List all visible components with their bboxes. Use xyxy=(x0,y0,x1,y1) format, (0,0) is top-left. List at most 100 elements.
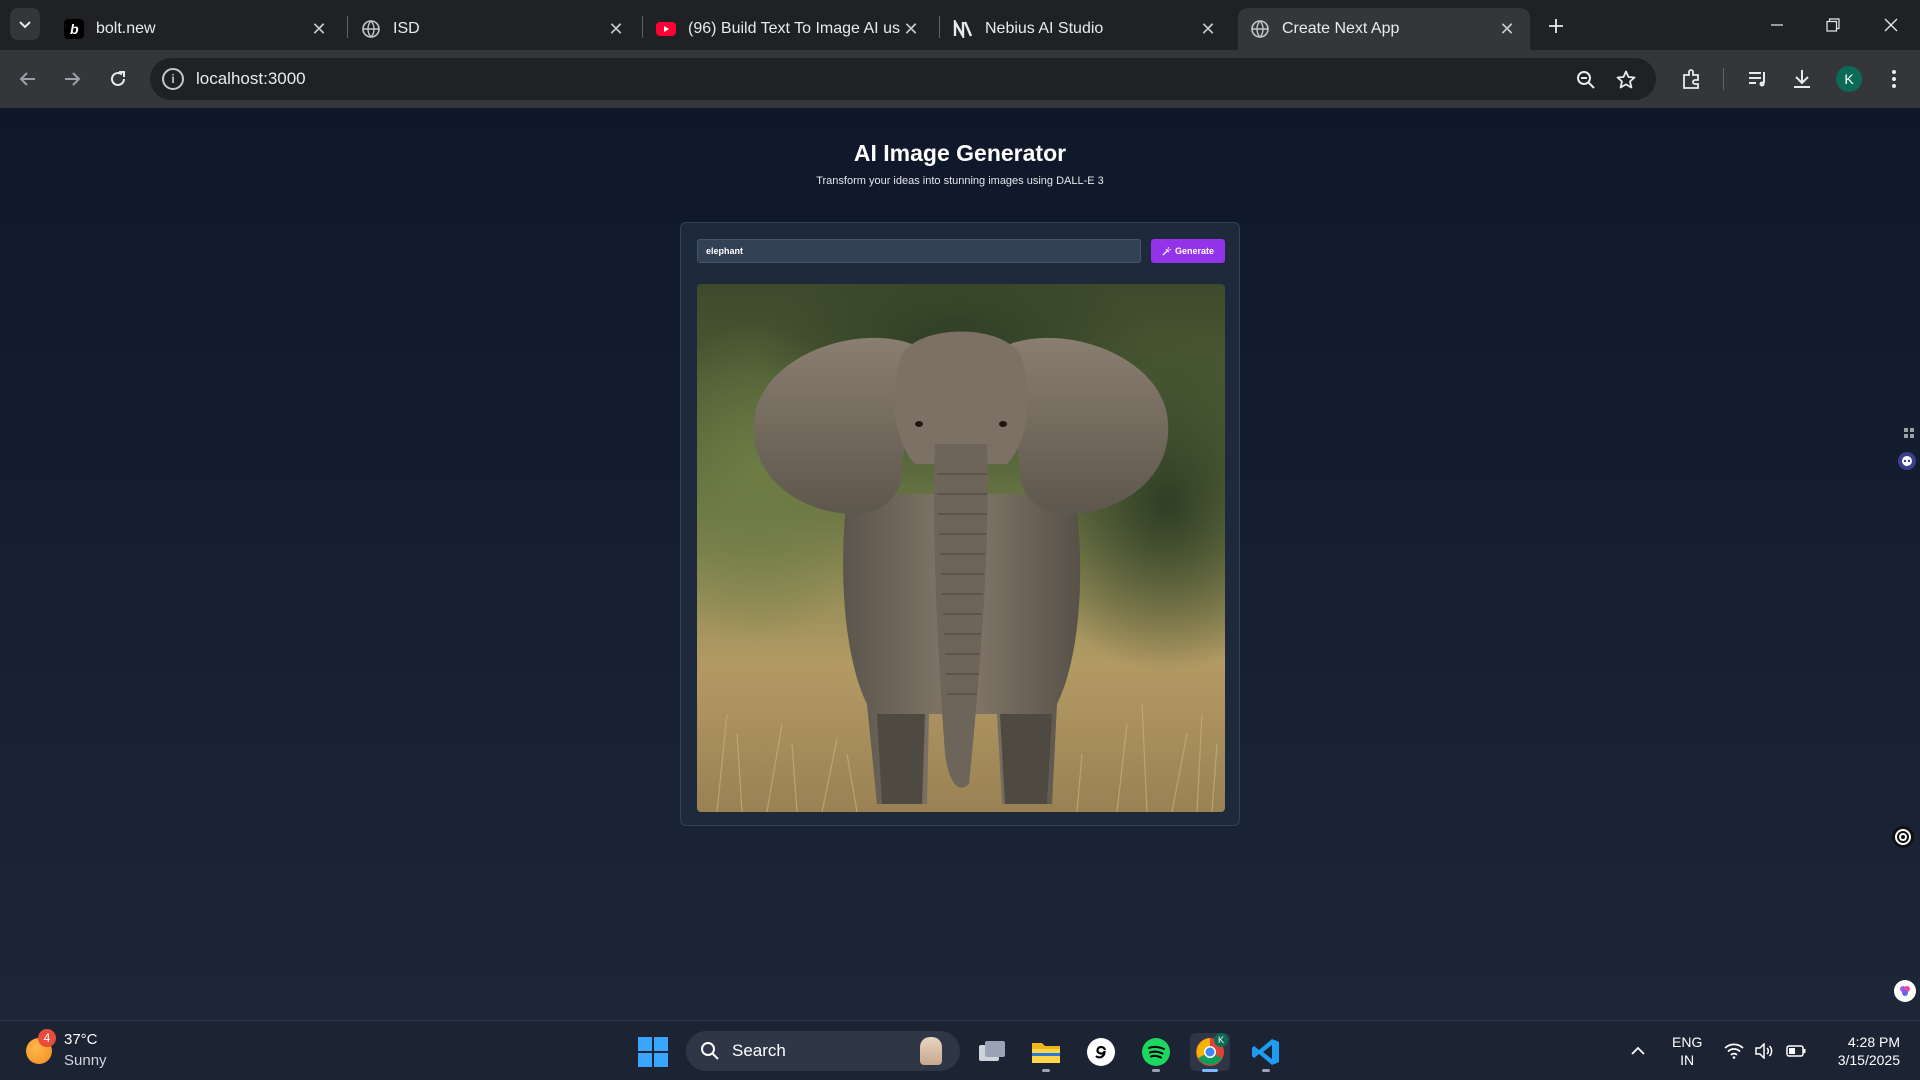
back-button[interactable] xyxy=(10,61,46,97)
start-tile xyxy=(638,1053,652,1067)
region-code: IN xyxy=(1680,1052,1695,1068)
search-icon xyxy=(701,1042,719,1060)
running-indicator xyxy=(1262,1069,1270,1072)
tab-isd[interactable]: ISD ✕ xyxy=(349,8,639,50)
close-window-button[interactable] xyxy=(1864,8,1918,42)
close-icon[interactable]: ✕ xyxy=(1496,18,1518,40)
reload-icon xyxy=(111,71,125,86)
extension-grid-icon[interactable] xyxy=(1902,426,1916,440)
profile-avatar[interactable]: K xyxy=(1836,66,1862,92)
generated-image xyxy=(697,284,1225,812)
tab-title: Nebius AI Studio xyxy=(985,20,1104,37)
plus-icon xyxy=(1549,19,1563,33)
close-icon[interactable]: ✕ xyxy=(605,18,627,40)
close-icon[interactable]: ✕ xyxy=(308,18,330,40)
globe-icon xyxy=(361,19,381,39)
prompt-input[interactable]: elephant xyxy=(697,239,1141,263)
running-indicator xyxy=(1042,1069,1050,1072)
start-tile xyxy=(638,1037,652,1051)
tab-nebius[interactable]: Nebius AI Studio ✕ xyxy=(941,8,1231,50)
tab-divider xyxy=(642,16,643,38)
close-icon xyxy=(1884,18,1898,32)
weather-notification-badge: 4 xyxy=(38,1029,56,1047)
chrome-button[interactable]: K xyxy=(1190,1033,1230,1072)
running-indicator xyxy=(1152,1069,1160,1072)
generator-card: elephant Generate xyxy=(680,222,1240,826)
language-code: ENG xyxy=(1672,1034,1703,1050)
show-hidden-icons-button[interactable] xyxy=(1628,1041,1648,1061)
task-view-button[interactable] xyxy=(972,1033,1012,1071)
floating-widget-icon[interactable] xyxy=(1894,980,1916,1002)
tab-divider xyxy=(347,16,348,38)
page-subtitle: Transform your ideas into stunning image… xyxy=(816,175,1104,187)
downloads-icon[interactable] xyxy=(1788,65,1816,93)
battery-icon[interactable] xyxy=(1784,1041,1808,1061)
openai-extension-icon[interactable] xyxy=(1890,824,1916,850)
clock-date: 3/15/2025 xyxy=(1837,1052,1900,1068)
chevron-down-icon xyxy=(19,21,31,29)
tab-bolt[interactable]: b bolt.new ✕ xyxy=(52,8,342,50)
site-info-icon[interactable]: i xyxy=(162,68,184,90)
url-text[interactable]: localhost:3000 xyxy=(196,69,306,89)
running-indicator xyxy=(1202,1069,1218,1072)
windows-taskbar: 4 37°C Sunny Search K ENG IN 4:28 PM 3/1… xyxy=(0,1020,1920,1080)
tab-title: bolt.new xyxy=(96,20,156,37)
page-title: AI Image Generator xyxy=(853,140,1067,166)
chrome-profile-badge: K xyxy=(1214,1033,1228,1047)
taskbar-search[interactable]: Search xyxy=(686,1031,960,1071)
start-tile xyxy=(654,1053,668,1067)
task-view-icon xyxy=(979,1041,1005,1061)
tab-divider xyxy=(939,16,940,38)
address-bar[interactable]: i localhost:3000 xyxy=(150,58,1656,100)
vscode-button[interactable] xyxy=(1246,1033,1286,1072)
assistant-bot-icon[interactable] xyxy=(1898,452,1916,470)
browser-toolbar: i localhost:3000 xyxy=(0,50,1920,108)
reload-button[interactable] xyxy=(100,61,136,97)
zoom-out-icon[interactable] xyxy=(1574,68,1598,92)
folder-icon xyxy=(1032,1043,1060,1063)
chevron-up-icon xyxy=(1631,1046,1645,1055)
search-label: Search xyxy=(732,1041,786,1060)
threads-app-button[interactable] xyxy=(1081,1033,1121,1071)
youtube-icon xyxy=(656,19,676,39)
bolt-icon: b xyxy=(64,19,84,39)
tab-title: ISD xyxy=(393,20,420,37)
tab-create-next-app[interactable]: Create Next App ✕ xyxy=(1238,8,1530,50)
menu-kebab-icon[interactable] xyxy=(1880,65,1908,93)
bookmark-star-icon[interactable] xyxy=(1614,68,1638,92)
extensions-icon[interactable] xyxy=(1678,65,1706,93)
spotify-button[interactable] xyxy=(1136,1033,1176,1072)
tab-youtube[interactable]: (96) Build Text To Image AI using ✕ xyxy=(644,8,934,50)
close-icon[interactable]: ✕ xyxy=(1197,18,1219,40)
restore-button[interactable] xyxy=(1806,8,1860,42)
windows-start-button[interactable] xyxy=(638,1037,668,1067)
language-indicator[interactable]: ENG IN xyxy=(1672,1033,1702,1069)
start-tile xyxy=(654,1037,668,1051)
close-icon[interactable]: ✕ xyxy=(900,18,922,40)
minimize-icon xyxy=(1771,24,1783,26)
forward-button[interactable] xyxy=(54,61,90,97)
new-tab-button[interactable] xyxy=(1540,10,1572,42)
wifi-icon[interactable] xyxy=(1722,1041,1746,1061)
svg-text:b: b xyxy=(70,21,79,37)
file-explorer-button[interactable] xyxy=(1026,1033,1066,1072)
generate-label: Generate xyxy=(1174,246,1215,256)
globe-icon xyxy=(1250,19,1270,39)
nebius-icon xyxy=(953,19,973,39)
system-clock[interactable]: 4:28 PM 3/15/2025 xyxy=(1820,1033,1900,1069)
media-controls-icon[interactable] xyxy=(1744,65,1772,93)
volume-icon[interactable] xyxy=(1752,1041,1776,1061)
clock-time: 4:28 PM xyxy=(1847,1034,1900,1050)
weather-condition[interactable]: Sunny xyxy=(64,1052,107,1069)
page-content: AI Image Generator Transform your ideas … xyxy=(0,108,1920,1020)
spotify-icon xyxy=(1142,1038,1170,1066)
generate-button[interactable]: Generate xyxy=(1151,239,1225,263)
threads-icon xyxy=(1087,1038,1115,1066)
minimize-button[interactable] xyxy=(1750,8,1804,42)
tab-search-button[interactable] xyxy=(10,8,40,40)
arrow-left-icon xyxy=(19,72,35,86)
vscode-icon xyxy=(1252,1039,1279,1065)
toolbar-divider xyxy=(1723,68,1724,90)
tab-title: (96) Build Text To Image AI using xyxy=(688,20,900,37)
weather-temperature[interactable]: 37°C xyxy=(64,1031,98,1048)
